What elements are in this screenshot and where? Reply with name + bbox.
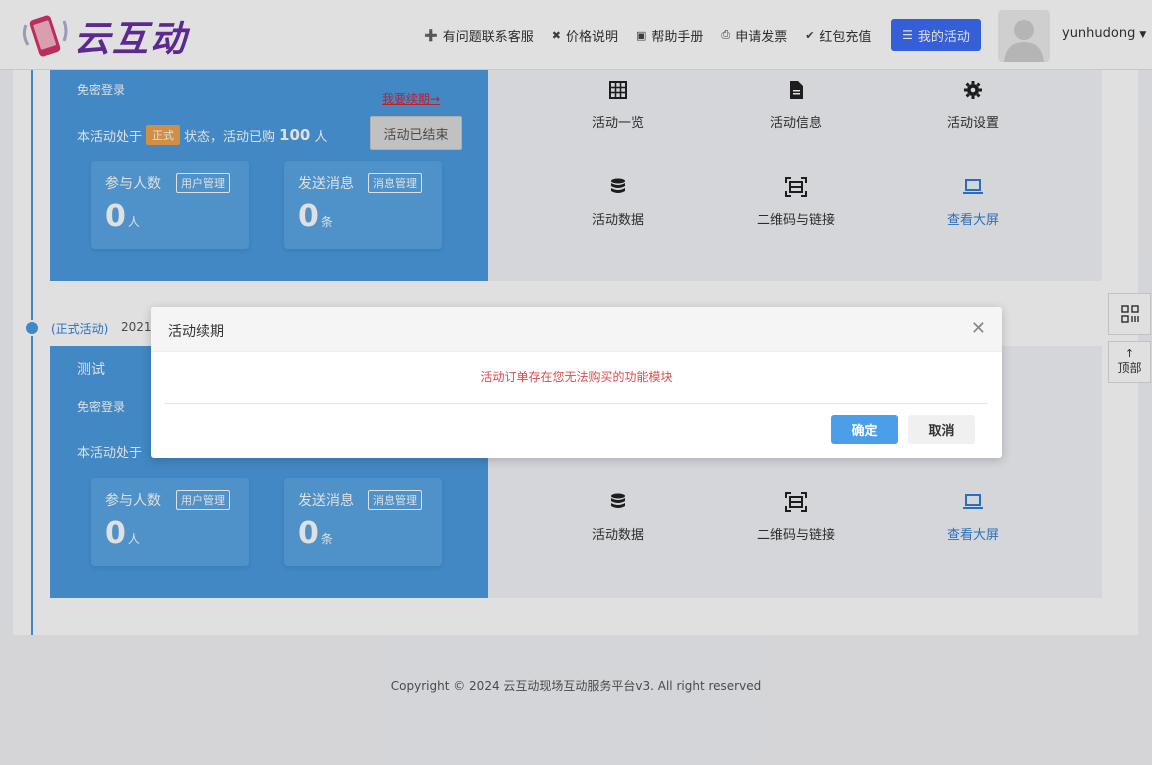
dialog-title: 活动续期 [168,324,224,340]
dialog-message: 活动订单存在您无法购买的功能模块 [480,370,673,384]
dialog-divider [164,403,988,404]
renew-dialog: 活动续期 ✕ 活动订单存在您无法购买的功能模块 确定 取消 [151,307,1002,458]
close-icon[interactable]: ✕ [971,318,986,339]
cancel-button[interactable]: 取消 [908,415,975,444]
confirm-button[interactable]: 确定 [831,415,898,444]
dialog-header: 活动续期 ✕ [151,307,1002,352]
